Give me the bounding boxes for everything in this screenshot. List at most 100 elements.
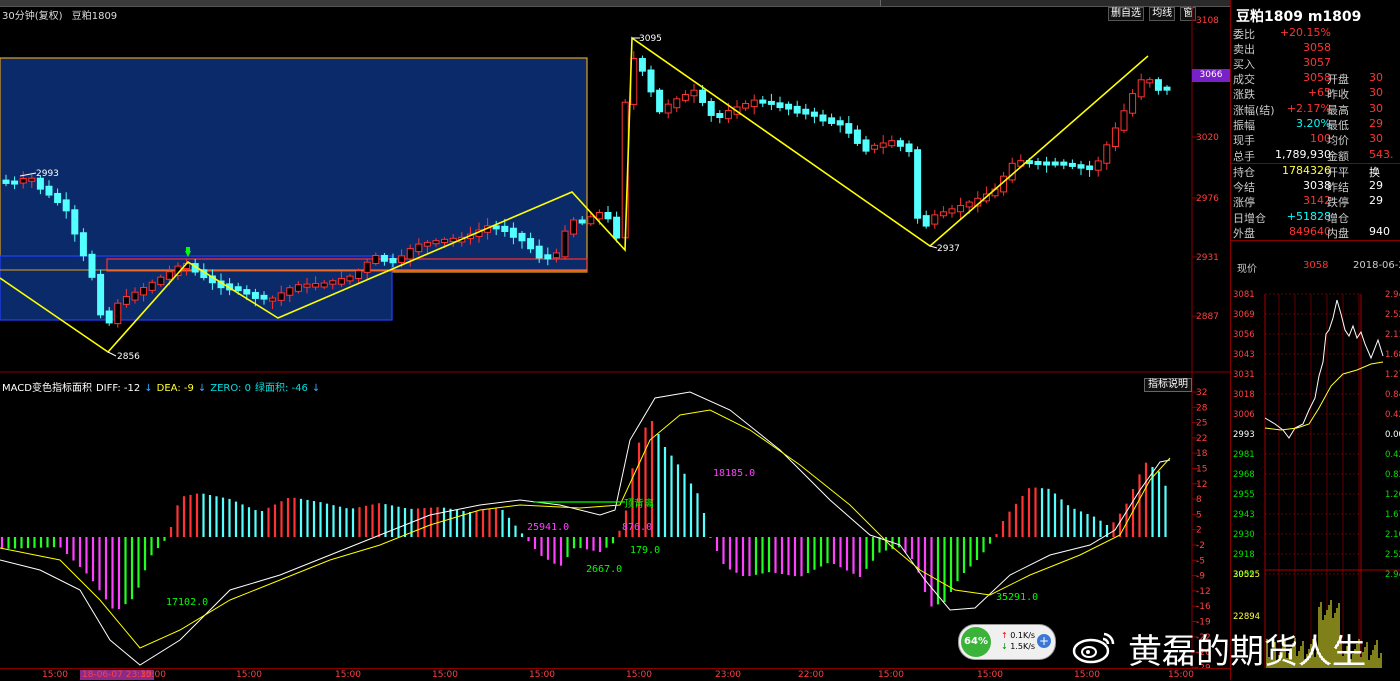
candle: [681, 90, 689, 103]
mini-right-tick: 0.42: [1385, 450, 1400, 460]
macd-legend-item: DIFF: -12: [95, 383, 141, 394]
macd-histogram: [0, 421, 1167, 609]
annotation-left-peak: 2993: [36, 169, 59, 179]
mini-volume-tick: 22894: [1233, 612, 1260, 622]
time-axis: 18-06-07 23:30 15:00 15:00 15:00 15:00 15:00…: [0, 668, 1230, 681]
quote-row: 持仓 1784326 开平 换: [1233, 164, 1400, 179]
mini-right-tick: 1.67: [1385, 510, 1400, 520]
mini-left-tick: 3006: [1233, 410, 1255, 420]
candle: [1068, 159, 1076, 170]
macd-tick-label: -5: [1196, 556, 1205, 566]
candle: [1008, 157, 1016, 183]
quote-value: 30: [1369, 71, 1383, 84]
quote-value: +20.15%: [1279, 26, 1331, 39]
network-speed-widget[interactable]: 64% ↑ 0.1K/s ↓ 1.5K/s +: [958, 624, 1056, 660]
candle: [819, 109, 827, 127]
quote-value: 1784326: [1282, 164, 1331, 177]
download-speed: ↓ 1.5K/s: [1001, 642, 1036, 651]
candle: [1129, 89, 1137, 117]
candle: [948, 205, 956, 218]
annotation-low-right: 2937: [937, 244, 960, 254]
time-tick-label: 15:00: [236, 670, 262, 680]
macd-tick-label: 22: [1196, 434, 1207, 444]
candle: [1146, 77, 1154, 88]
candle: [1163, 85, 1171, 95]
quote-label: 涨跌: [1233, 88, 1255, 101]
macd-legend-item: ↓: [311, 383, 321, 394]
quote-value: 30: [1369, 132, 1383, 145]
macd-tick-label: -12: [1196, 587, 1211, 597]
time-tick-label: 15:00: [1074, 670, 1100, 680]
candle: [97, 269, 105, 319]
quote-row: 成交 3058 开盘 30: [1233, 71, 1400, 86]
quote-label: 外盘: [1233, 227, 1255, 240]
candle: [1086, 160, 1094, 177]
candle: [88, 250, 96, 281]
candle: [664, 99, 672, 119]
candle: [1051, 157, 1059, 168]
time-tick-label: 15:00: [626, 670, 652, 680]
mini-right-tick: 0.00: [1385, 430, 1400, 440]
candle: [1094, 156, 1102, 177]
intraday-mini-chart[interactable]: 3081 2.94 3069 2.52 3056 2.11 3043 1.68 3031 1.27…: [1231, 278, 1400, 668]
candle: [1111, 122, 1119, 152]
mini-label: 现价: [1237, 264, 1257, 275]
macd-legend-item: MACD变色指标面积: [2, 383, 92, 394]
mini-left-tick: 2993: [1233, 430, 1255, 440]
mini-left-tick: 3043: [1233, 350, 1255, 360]
candle: [879, 135, 887, 155]
quote-value: 3058: [1303, 41, 1331, 54]
candle: [604, 206, 612, 223]
macd-tick-label: 18: [1196, 449, 1208, 459]
candle: [914, 146, 922, 224]
macd-tick-label: -9: [1196, 572, 1205, 582]
quote-row: 委比 +20.15%: [1233, 26, 1400, 41]
panel-divider: [1231, 240, 1400, 241]
mini-left-tick: 3081: [1233, 290, 1255, 300]
quote-title: 豆粕1809 m1809: [1236, 9, 1362, 25]
quote-row: 涨跌 +65 昨收 30: [1233, 86, 1400, 101]
zone-box-large: [0, 57, 588, 273]
candle: [1077, 160, 1085, 176]
candle: [836, 116, 844, 133]
quote-label: 涨停: [1233, 196, 1255, 209]
quote-label: 成交: [1233, 73, 1255, 86]
macd-legend-item: ZERO: 0: [210, 383, 251, 394]
candle: [673, 96, 681, 113]
candle: [656, 88, 664, 115]
mini-left-tick: 2918: [1233, 550, 1255, 560]
time-tick-label: 15:00: [432, 670, 458, 680]
quote-label: 昨结: [1327, 181, 1349, 194]
panel-divider: [1231, 163, 1400, 164]
candle: [716, 110, 724, 124]
quote-row: 买入 3057: [1233, 56, 1400, 71]
mini-right-tick: 2.52: [1385, 310, 1400, 320]
macd-annotation: 17102.0: [166, 597, 208, 608]
plus-icon[interactable]: +: [1037, 634, 1051, 648]
candle: [845, 116, 853, 138]
macd-legend-item: DEA: -9: [156, 383, 194, 394]
candle: [570, 216, 578, 238]
macd-annotation: 2667.0: [586, 564, 622, 575]
quote-row: 现手 100 均价 30: [1233, 132, 1400, 147]
kline-chart[interactable]: 310830643020297629312887 322825221815128…: [0, 0, 1230, 668]
candle: [871, 142, 879, 154]
price-tick-label: 2931: [1196, 253, 1219, 263]
time-tick-label: 15:00: [878, 670, 904, 680]
quote-value: +51828: [1286, 210, 1331, 223]
candle: [759, 95, 767, 108]
macd-tick-label: 2: [1196, 526, 1202, 536]
quote-row: 涨停 3142 跌停 29: [1233, 194, 1400, 209]
candle: [638, 55, 646, 77]
candle: [1154, 77, 1162, 95]
price-tick-label: 2887: [1196, 312, 1219, 322]
quote-value: 940: [1369, 225, 1390, 238]
macd-tick-label: -2: [1196, 541, 1205, 551]
mini-left-tick: 2968: [1233, 470, 1255, 480]
time-tick-label: 22:00: [798, 670, 824, 680]
quote-row: 日增仓 +51828 增仓: [1233, 210, 1400, 225]
indicator-help-button[interactable]: 指标说明: [1144, 378, 1192, 392]
macd-annotation: 179.0: [630, 545, 660, 556]
quote-value: +2.17%: [1286, 102, 1331, 115]
macd-legend-item: ↓: [144, 383, 153, 394]
